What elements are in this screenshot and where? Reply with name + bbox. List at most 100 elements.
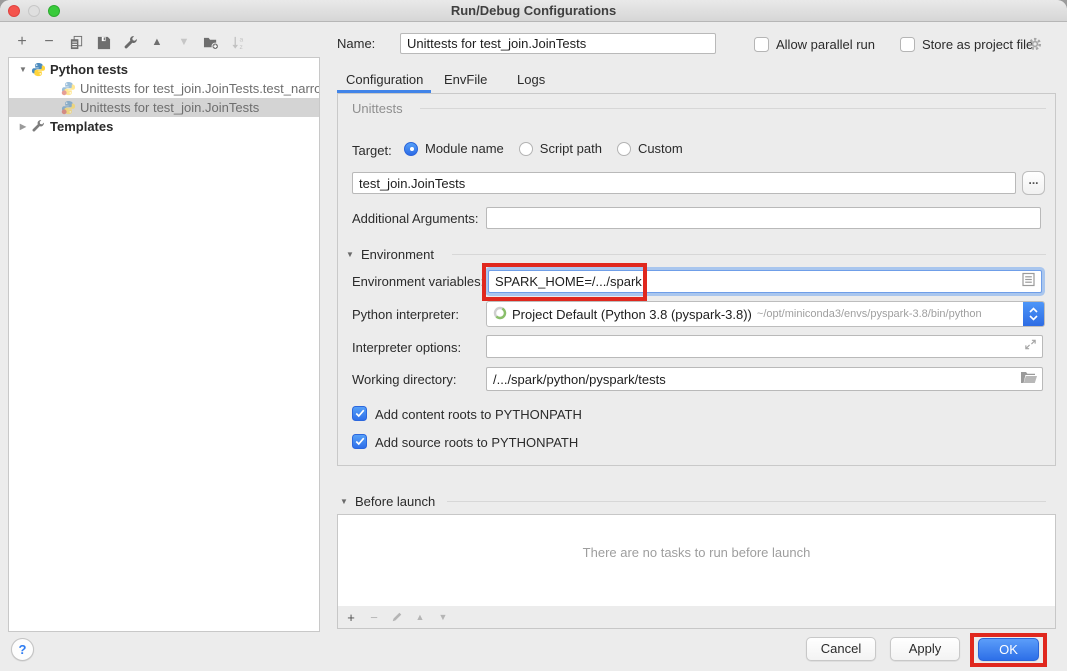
zoom-window-button[interactable] [48,5,60,17]
name-input[interactable] [400,33,716,54]
save-configuration-button[interactable] [95,34,111,50]
target-label: Target: [352,143,392,158]
environment-variables-label: Environment variables: [352,274,484,289]
radio-script-path-label[interactable]: Script path [540,141,602,156]
python-test-icon [61,81,76,96]
tree-item-templates[interactable]: ▶ Templates [9,117,319,136]
check-icon [355,409,365,418]
before-launch-task-list[interactable]: There are no tasks to run before launch [337,514,1056,607]
environment-collapse-icon[interactable]: ▼ [346,250,354,259]
remove-task-button: − [367,610,381,625]
move-task-up-button: ▲ [413,612,427,622]
python-interpreter-label: Python interpreter: [352,307,459,322]
before-launch-section-label[interactable]: Before launch [355,494,435,509]
add-configuration-button[interactable]: + [14,34,30,50]
configurations-toolbar: + − ▲ ▼ [14,32,246,52]
radio-custom[interactable] [617,142,631,156]
edit-env-vars-icon[interactable] [1022,273,1035,290]
store-as-project-file-label: Store as project file [922,37,1033,52]
cancel-button[interactable]: Cancel [806,637,876,661]
window-title: Run/Debug Configurations [0,0,1067,21]
help-button[interactable]: ? [11,638,34,661]
tree-item-label: Unittests for test_join.JoinTests.test_n… [80,81,319,96]
new-folder-button[interactable] [203,34,219,50]
radio-module-name[interactable] [404,142,418,156]
browse-folder-icon[interactable] [1021,371,1037,387]
copy-configuration-button[interactable] [68,34,84,50]
interpreter-path: ~/opt/miniconda3/envs/pyspark-3.8/bin/py… [757,308,982,320]
add-task-button[interactable]: + [344,610,358,625]
browse-module-button[interactable]: ... [1022,171,1045,195]
sort-configurations-button: a z [230,34,246,50]
environment-variables-input[interactable] [488,270,1042,293]
interpreter-name: Project Default (Python 3.8 (pyspark-3.8… [512,307,752,322]
interpreter-options-input[interactable] [486,335,1043,358]
working-directory-input[interactable] [486,367,1043,391]
python-icon [31,62,46,77]
target-radio-group: Module name Script path Custom [404,141,683,156]
unittests-group-label: Unittests [352,101,403,116]
tree-item-label: Python tests [50,62,128,77]
remove-configuration-button[interactable]: − [41,34,57,50]
store-settings-gear-icon[interactable] [1027,36,1043,55]
python-test-icon [61,100,76,115]
conda-env-icon [493,306,507,323]
new-folder-icon [203,35,219,50]
additional-arguments-input[interactable] [486,207,1041,229]
python-interpreter-combobox[interactable]: Project Default (Python 3.8 (pyspark-3.8… [486,301,1045,327]
tree-item-label: Unittests for test_join.JoinTests [80,100,259,115]
tab-envfile[interactable]: EnvFile [444,72,487,87]
add-source-roots-checkbox[interactable] [352,434,367,449]
templates-wrench-icon [31,119,46,134]
group-separator [420,108,1046,109]
svg-text:a: a [239,36,243,43]
tab-configuration[interactable]: Configuration [346,72,423,87]
check-icon [355,437,365,446]
move-task-down-button: ▼ [436,612,450,622]
minimize-window-button[interactable] [28,5,40,17]
environment-separator [452,254,1046,255]
collapse-arrow-icon[interactable]: ▼ [17,65,29,74]
run-debug-configurations-dialog: Run/Debug Configurations + − [0,0,1067,671]
chevron-down-icon [1029,315,1038,321]
sort-az-icon: a z [231,35,246,50]
copy-icon [69,35,84,50]
add-content-roots-label: Add content roots to PYTHONPATH [375,407,582,422]
interpreter-dropdown-button[interactable] [1023,302,1044,326]
tree-item-unittests-jointests[interactable]: Unittests for test_join.JoinTests [9,98,319,117]
tab-logs[interactable]: Logs [517,72,545,87]
tree-item-label: Templates [50,119,113,134]
wrench-icon [123,35,138,50]
move-down-button: ▼ [176,34,192,50]
interpreter-options-label: Interpreter options: [352,340,461,355]
add-content-roots-checkbox[interactable] [352,406,367,421]
move-up-button[interactable]: ▲ [149,34,165,50]
allow-parallel-run-label: Allow parallel run [776,37,875,52]
ok-button[interactable]: OK [978,638,1039,661]
close-window-button[interactable] [8,5,20,17]
store-as-project-file-checkbox[interactable] [900,37,915,52]
tree-item-python-tests[interactable]: ▼ Python tests [9,60,319,79]
allow-parallel-run-checkbox[interactable] [754,37,769,52]
before-launch-collapse-icon[interactable]: ▼ [340,497,348,506]
target-module-input[interactable] [352,172,1016,194]
svg-text:z: z [239,44,242,50]
pencil-icon [391,611,403,623]
before-launch-separator [447,501,1046,502]
before-launch-toolbar: + − ▲ ▼ [337,606,1056,629]
working-directory-label: Working directory: [352,372,457,387]
radio-custom-label[interactable]: Custom [638,141,683,156]
radio-script-path[interactable] [519,142,533,156]
add-source-roots-label: Add source roots to PYTHONPATH [375,435,578,450]
expand-field-icon[interactable] [1024,338,1037,354]
environment-section-label[interactable]: Environment [361,247,434,262]
radio-module-name-label[interactable]: Module name [425,141,504,156]
apply-button[interactable]: Apply [890,637,960,661]
title-bar: Run/Debug Configurations [0,0,1067,22]
before-launch-empty-text: There are no tasks to run before launch [583,545,811,560]
tree-item-unittests-test-narrow[interactable]: Unittests for test_join.JoinTests.test_n… [9,79,319,98]
chevron-up-icon [1029,307,1038,313]
save-icon [96,35,111,50]
edit-templates-button[interactable] [122,34,138,50]
expand-arrow-icon[interactable]: ▶ [17,122,29,131]
